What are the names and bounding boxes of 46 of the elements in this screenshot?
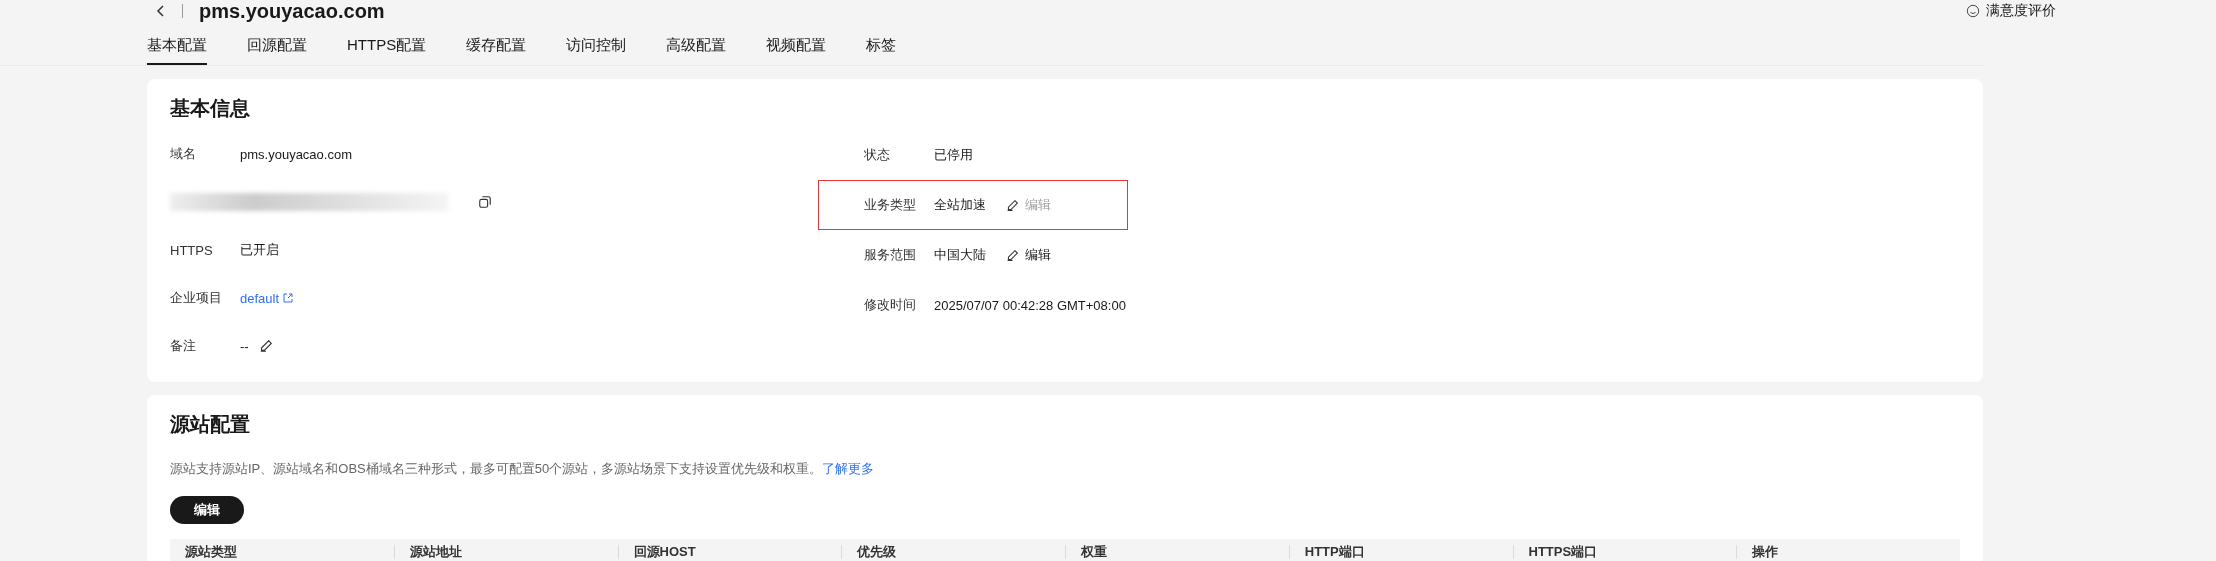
field-label: 状态 — [864, 146, 891, 164]
field-label: 修改时间 — [864, 296, 917, 314]
tab[interactable]: HTTPS配置 — [347, 30, 427, 65]
field-value: -- — [240, 338, 249, 354]
column-header: 权重 — [1065, 545, 1289, 559]
field-label: 业务类型 — [864, 196, 917, 214]
learn-more-link[interactable]: 了解更多 — [822, 460, 875, 478]
description-text: 源站支持源站IP、源站域名和OBS桶域名三种形式，最多可配置50个源站，多源站场景下支持设置优先级和权重。了解更多 — [170, 460, 876, 478]
edit-button[interactable]: 编辑 — [170, 496, 244, 524]
tab[interactable]: 缓存配置 — [466, 30, 527, 65]
field-value: 全站加速 — [934, 196, 986, 214]
field-value: 已停用 — [934, 146, 973, 164]
pencil-icon — [1006, 198, 1019, 212]
tab[interactable]: 基本配置 — [147, 30, 207, 65]
tab[interactable]: 高级配置 — [666, 30, 727, 65]
copy-icon[interactable] — [478, 195, 492, 209]
pencil-icon — [1006, 248, 1019, 262]
field-value: pms.youyacao.com — [240, 146, 352, 162]
feedback-link[interactable]: 满意度评价 — [1986, 2, 2056, 20]
domain-title: pms.youyacao.com — [199, 0, 385, 23]
column-header: HTTP端口 — [1288, 545, 1513, 559]
project-link[interactable]: default — [240, 290, 294, 306]
edit-link[interactable]: 编辑 — [1006, 246, 1051, 264]
field-label: 备注 — [170, 337, 197, 355]
column-header: 回源HOST — [617, 545, 842, 559]
column-header: 优先级 — [841, 545, 1065, 559]
field-label: 企业项目 — [170, 289, 223, 307]
field-value: 已开启 — [240, 241, 279, 259]
tab[interactable]: 视频配置 — [766, 30, 827, 65]
section-title: 源站配置 — [170, 412, 251, 437]
column-header: HTTPS端口 — [1512, 545, 1737, 559]
tab[interactable]: 访问控制 — [566, 30, 627, 65]
field-value: 中国大陆 — [934, 246, 986, 264]
tab[interactable]: 标签 — [866, 30, 897, 65]
field-label: HTTPS — [170, 242, 214, 258]
tab[interactable]: 回源配置 — [247, 30, 307, 65]
column-header: 源站类型 — [184, 545, 238, 559]
field-value: 2025/07/07 00:42:28 GMT+08:00 — [934, 297, 1126, 313]
field-label: 域名 — [170, 145, 197, 163]
external-link-icon — [283, 293, 294, 303]
section-title: 基本信息 — [170, 96, 251, 121]
smiley-icon — [1966, 4, 1980, 18]
pencil-icon — [258, 339, 273, 353]
column-header: 操作 — [1736, 545, 1960, 559]
field-label: 服务范围 — [864, 246, 917, 264]
column-header: 源站地址 — [393, 545, 618, 559]
